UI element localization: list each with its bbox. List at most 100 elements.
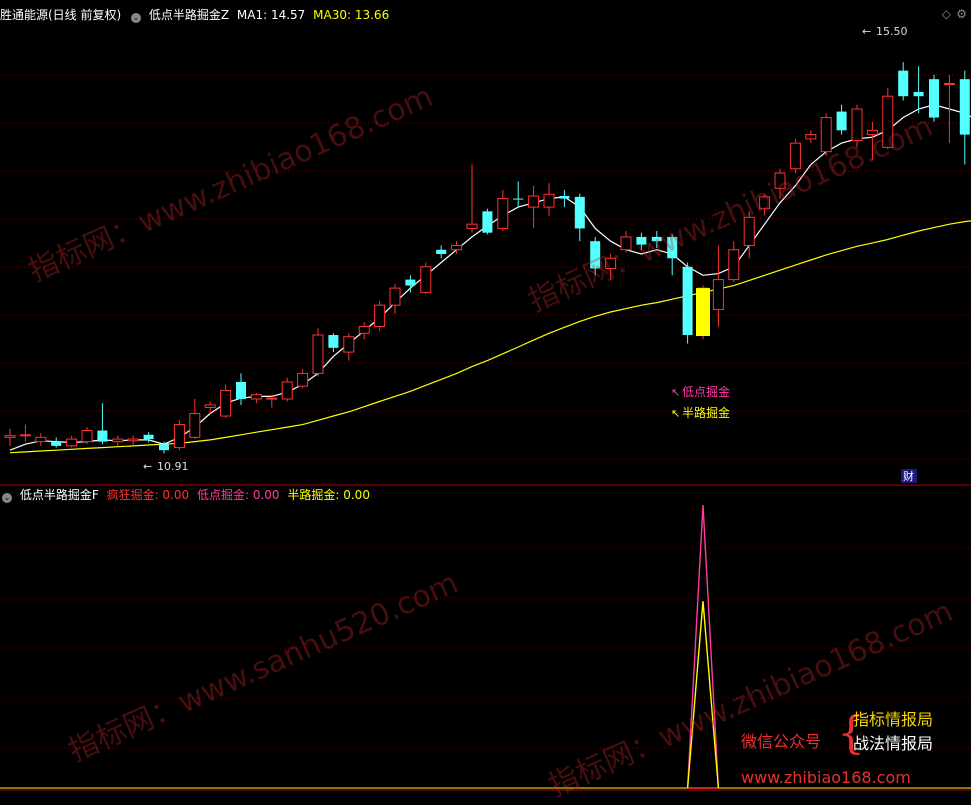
candle-body <box>482 211 493 233</box>
high-price-label: 15.50 <box>876 25 908 38</box>
ma30-value: MA30: 13.66 <box>313 8 390 22</box>
candle <box>436 245 447 259</box>
candle-body <box>35 436 47 443</box>
candle-body <box>559 196 570 199</box>
candle <box>789 138 801 173</box>
promo-url[interactable]: www.zhibiao168.com <box>741 768 911 787</box>
signal-low-arrow: ↖ <box>671 386 680 399</box>
low-arrow: ← <box>143 460 152 473</box>
candle <box>173 420 185 451</box>
indicator-name[interactable]: 低点半路掘金Z <box>149 8 229 22</box>
candle <box>497 190 509 231</box>
candle <box>312 328 324 376</box>
candle-body <box>312 334 324 374</box>
candle-body <box>959 79 970 135</box>
candle-body <box>497 198 509 229</box>
candle-body <box>667 236 678 259</box>
candle <box>836 104 847 135</box>
promo-right-2: 战法情报局 <box>853 734 934 753</box>
ma1-value: MA1: 14.57 <box>236 8 306 22</box>
candle-body <box>51 441 62 446</box>
candle <box>820 113 832 156</box>
candle-body <box>712 279 724 310</box>
candle <box>281 377 293 402</box>
candle <box>297 369 309 388</box>
signal-half-arrow: ↖ <box>671 407 680 420</box>
candle <box>127 435 139 446</box>
half-value: 半路掘金: 0.00 <box>287 488 370 502</box>
candle <box>358 322 370 340</box>
annotations: 15.50 ← 10.91 ← 低点掘金 ↖ 半路掘金 ↖ 财 <box>143 25 917 483</box>
candle <box>759 194 771 216</box>
candle-body <box>682 266 693 336</box>
candle-body <box>820 117 832 153</box>
candle-body <box>358 325 370 334</box>
candle-body <box>97 430 108 442</box>
candle-body <box>929 79 939 118</box>
chart-canvas: 15.50 ← 10.91 ← 低点掘金 ↖ 半路掘金 ↖ 财 <box>0 25 971 791</box>
candle <box>343 333 355 361</box>
candle-body <box>620 236 632 251</box>
candle-body <box>543 193 555 208</box>
candle-body <box>204 404 216 409</box>
candle-body <box>913 91 924 97</box>
candle-body <box>805 134 817 140</box>
candle-body <box>466 223 478 229</box>
candle-body <box>127 438 139 442</box>
candle-body <box>159 444 169 451</box>
candle-body <box>528 195 540 208</box>
candle <box>528 185 540 229</box>
diamond-icon[interactable]: ◇ <box>942 7 951 21</box>
ma30-polyline <box>9 220 971 454</box>
candle <box>913 66 924 114</box>
candle-body <box>789 142 801 170</box>
ma30-line <box>9 220 971 454</box>
candle <box>220 384 232 418</box>
candle-body <box>420 266 432 293</box>
candle <box>574 193 585 242</box>
candle-body <box>236 381 246 399</box>
main-header: 胜通能源(日线 前复权) ⌄ 低点半路掘金Z MA1: 14.57 MA30: … <box>0 6 393 24</box>
candle-body <box>389 287 401 306</box>
candle <box>959 70 970 165</box>
candle <box>898 62 909 101</box>
candle <box>866 121 878 161</box>
candle <box>236 373 246 405</box>
high-arrow: ← <box>862 25 871 38</box>
crazy-value: 疯狂掘金: 0.00 <box>106 488 190 502</box>
candle-body <box>4 435 16 438</box>
candles <box>4 62 970 454</box>
candle-body <box>898 70 909 97</box>
candle <box>466 164 478 233</box>
candle-body <box>851 108 863 142</box>
candle-body <box>220 389 232 417</box>
signal-low-label: 低点掘金 <box>682 384 730 399</box>
candle-body <box>81 430 93 443</box>
candle-body <box>574 196 585 229</box>
gear-icon[interactable]: ⚙ <box>956 7 967 21</box>
fin-badge[interactable]: 财 <box>903 469 914 483</box>
candle <box>851 104 863 148</box>
candle-body <box>374 304 386 327</box>
candle <box>774 168 786 199</box>
candle <box>728 241 740 283</box>
candle <box>405 275 416 293</box>
symbol-title: 胜通能源(日线 前复权) <box>0 8 122 22</box>
candle <box>682 262 693 344</box>
candle <box>482 208 493 235</box>
ma1-polyline <box>9 104 971 451</box>
candle <box>712 245 724 327</box>
candle <box>929 74 939 122</box>
candle <box>51 437 62 448</box>
chevron-down-icon[interactable]: ⌄ <box>131 13 142 23</box>
sub-header: ⌄ 低点半路掘金F 疯狂掘金: 0.00 低点掘金: 0.00 半路掘金: 0.… <box>0 486 374 504</box>
promo-left: 微信公众号 <box>741 732 822 751</box>
candle <box>112 435 124 446</box>
sub-indicator-name[interactable]: 低点半路掘金F <box>20 488 99 502</box>
promo-block: 微信公众号 { 指标情报局 战法情报局 www.zhibiao168.com <box>741 706 961 790</box>
candle <box>943 74 955 144</box>
candle-body <box>451 244 463 251</box>
chevron-down-icon[interactable]: ⌄ <box>2 493 12 503</box>
candle <box>605 254 617 280</box>
candle-body <box>943 82 955 85</box>
